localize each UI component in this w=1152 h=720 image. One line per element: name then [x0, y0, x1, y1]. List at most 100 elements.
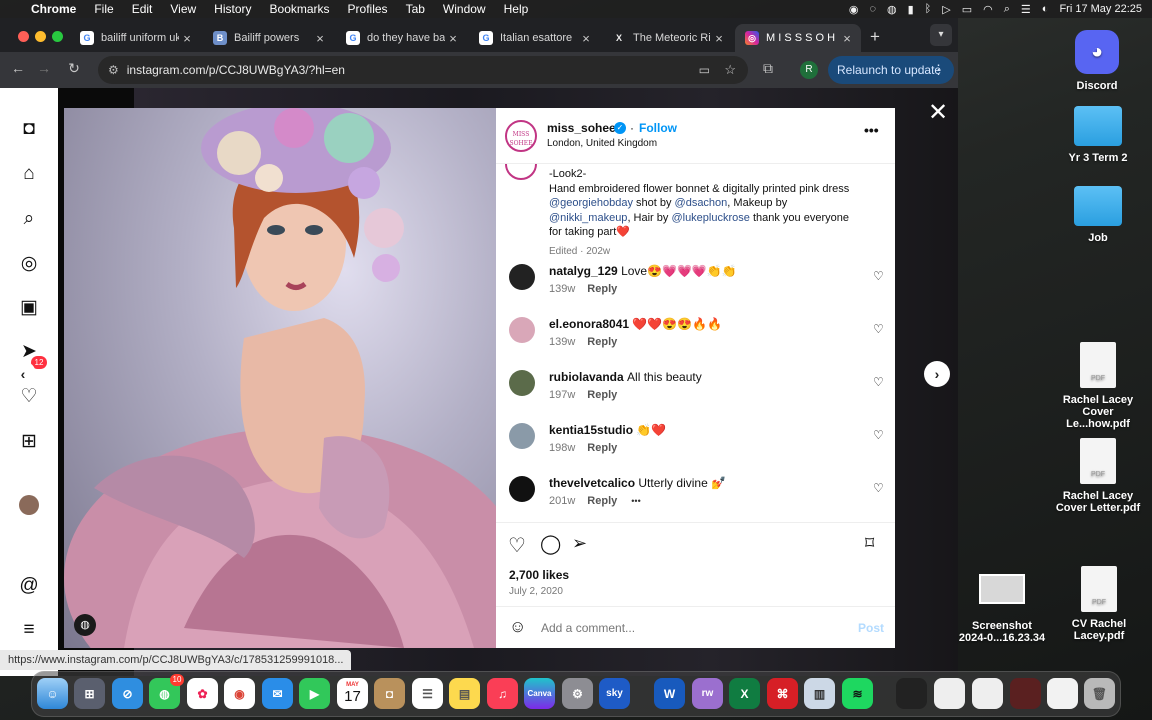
url-text[interactable]: instagram.com/p/CCJ8UWBgYA3/?hl=en [127, 63, 345, 77]
music-icon[interactable]: ♫ [487, 678, 518, 709]
tab-meteoric-rise[interactable]: X The Meteoric Rise× [602, 24, 733, 52]
desktop-pdf-cover-letter[interactable]: PDF Rachel Lacey Cover Letter.pdf [1052, 438, 1144, 514]
menu-bookmarks[interactable]: Bookmarks [261, 0, 339, 18]
clock[interactable]: Fri 17 May 22:25 [1059, 3, 1142, 15]
mention-dsachon[interactable]: @dsachon [675, 197, 728, 209]
reply-button[interactable]: Reply [587, 495, 617, 507]
notes-icon[interactable]: ▤ [449, 678, 480, 709]
commenter-username[interactable]: kentia15studio 👏❤️ [549, 423, 666, 437]
commenter-username[interactable]: thevelvetcalico Utterly divine 💅 [549, 476, 726, 490]
commenter-username[interactable]: el.eonora8041 ❤️❤️😍😍🔥🔥 [549, 317, 722, 331]
menu-icon[interactable]: ≡ [18, 619, 40, 641]
commenter-avatar[interactable] [509, 370, 535, 396]
recent-document-thumbnail[interactable] [934, 678, 965, 709]
reminders-icon[interactable]: ☰ [412, 678, 443, 709]
reply-button[interactable]: Reply [587, 336, 617, 348]
caption-avatar[interactable] [505, 164, 537, 180]
facetime-icon[interactable]: ▶ [299, 678, 330, 709]
likes-count[interactable]: 2,700 likes [509, 568, 569, 582]
explore-icon[interactable]: ◎ [18, 252, 40, 275]
menu-profiles[interactable]: Profiles [339, 0, 397, 18]
realvnc-icon[interactable]: rw [692, 678, 723, 709]
acrobat-icon[interactable]: ⌘ [767, 678, 798, 709]
new-tab-button[interactable]: + [870, 27, 880, 47]
minimize-window-button[interactable] [35, 31, 46, 42]
notifications-icon[interactable]: ♡ [18, 385, 40, 408]
like-comment-icon[interactable]: ♡ [873, 322, 884, 336]
emoji-icon[interactable]: ☺ [509, 617, 526, 637]
sky-go-icon[interactable]: sky [599, 678, 630, 709]
downloads-stack-icon[interactable] [1047, 678, 1078, 709]
comment-input[interactable]: Add a comment... [541, 621, 635, 635]
word-icon[interactable]: W [654, 678, 685, 709]
close-window-button[interactable] [18, 31, 29, 42]
desktop-screenshot[interactable]: Screenshot 2024-0...16.23.34 [958, 574, 1046, 644]
close-tab-icon[interactable]: × [445, 31, 461, 46]
like-comment-icon[interactable]: ♡ [873, 375, 884, 389]
commenter-avatar[interactable] [509, 264, 535, 290]
relaunch-button[interactable]: Relaunch to update ⋮ [828, 56, 954, 84]
tab-bailiff-uniform[interactable]: G bailiff uniform uk × [70, 24, 201, 52]
notes-icon[interactable]: ▮ [908, 3, 914, 16]
comment-icon[interactable]: ◯ [540, 533, 561, 556]
tab-do-they-have[interactable]: G do they have bail × [336, 24, 467, 52]
commenter-avatar[interactable] [509, 317, 535, 343]
reply-button[interactable]: Reply [587, 442, 617, 454]
trash-icon[interactable]: 🗑 [1084, 678, 1115, 709]
menu-window[interactable]: Window [434, 0, 495, 18]
tab-italian-esattore[interactable]: G Italian esattore × [469, 24, 600, 52]
mail-icon[interactable]: ✉ [262, 678, 293, 709]
commenter-username[interactable]: rubiolavanda All this beauty [549, 370, 702, 384]
vpn-icon[interactable]: ◍ [887, 3, 897, 16]
close-tab-icon[interactable]: × [179, 31, 195, 46]
instagram-icon[interactable]: ◘ [18, 118, 40, 140]
excel-icon[interactable]: X [729, 678, 760, 709]
safari-icon[interactable]: ⊘ [112, 678, 143, 709]
recent-window-thumbnail[interactable] [896, 678, 927, 709]
bluetooth-icon[interactable]: ᛒ [925, 3, 932, 15]
creative-cloud-icon[interactable]: ◉ [849, 3, 859, 16]
desktop-discord[interactable]: ◕ Discord [1066, 30, 1128, 92]
siri-icon[interactable]: ◐ [1042, 3, 1049, 15]
save-bookmark-icon[interactable]: ⌑ [865, 533, 874, 554]
commenter-avatar[interactable] [509, 423, 535, 449]
like-icon[interactable]: ♡ [508, 533, 526, 558]
back-button[interactable]: ← [8, 60, 28, 76]
post-comment-button[interactable]: Post [858, 621, 884, 635]
post-photo[interactable]: ◍ [64, 108, 496, 648]
desktop-pdf-cv[interactable]: PDF CV Rachel Lacey.pdf [1058, 566, 1140, 642]
search-icon[interactable]: ⌕ [18, 208, 40, 230]
like-comment-icon[interactable]: ♡ [873, 481, 884, 495]
address-bar[interactable]: ⚙ instagram.com/p/CCJ8UWBgYA3/?hl=en ▭ ☆ [98, 56, 748, 84]
author-avatar[interactable]: MISS SOHEE [505, 120, 537, 152]
post-location[interactable]: London, United Kingdom [547, 138, 657, 149]
author-username[interactable]: miss_sohee [547, 121, 616, 135]
spotlight-icon[interactable]: ⌕ [1004, 3, 1010, 16]
preview-icon[interactable]: ▥ [804, 678, 835, 709]
follow-button[interactable]: Follow [639, 121, 677, 135]
system-settings-icon[interactable]: ⚙ [562, 678, 593, 709]
create-icon[interactable]: ⊞ [18, 430, 40, 453]
close-tab-icon[interactable]: × [312, 31, 328, 46]
extensions-icon[interactable]: ⧉ [758, 60, 778, 77]
close-tab-icon[interactable]: × [839, 31, 855, 46]
reels-icon[interactable]: ▣ [18, 296, 40, 319]
like-comment-icon[interactable]: ♡ [873, 428, 884, 442]
reply-button[interactable]: Reply [587, 389, 617, 401]
wifi-icon[interactable]: ◠ [983, 3, 993, 16]
cast-icon[interactable]: ▭ [699, 63, 710, 77]
recent-document-thumbnail[interactable] [1010, 678, 1041, 709]
next-post-button[interactable]: › [924, 361, 950, 387]
launchpad-icon[interactable]: ⊞ [74, 678, 105, 709]
menu-app[interactable]: Chrome [22, 0, 85, 18]
recent-document-thumbnail[interactable] [972, 678, 1003, 709]
share-icon[interactable]: ➢ [572, 533, 587, 554]
previous-post-button[interactable]: ‹ [10, 361, 36, 387]
close-tab-icon[interactable]: × [578, 31, 594, 46]
profile-avatar[interactable]: R [800, 61, 818, 79]
spotify-icon[interactable]: ≋ [842, 678, 873, 709]
menu-edit[interactable]: Edit [123, 0, 162, 18]
tagged-people-icon[interactable]: ◍ [74, 614, 96, 636]
desktop-pdf-cover-show[interactable]: PDF Rachel Lacey Cover Le...how.pdf [1052, 342, 1144, 430]
menu-help[interactable]: Help [495, 0, 538, 18]
